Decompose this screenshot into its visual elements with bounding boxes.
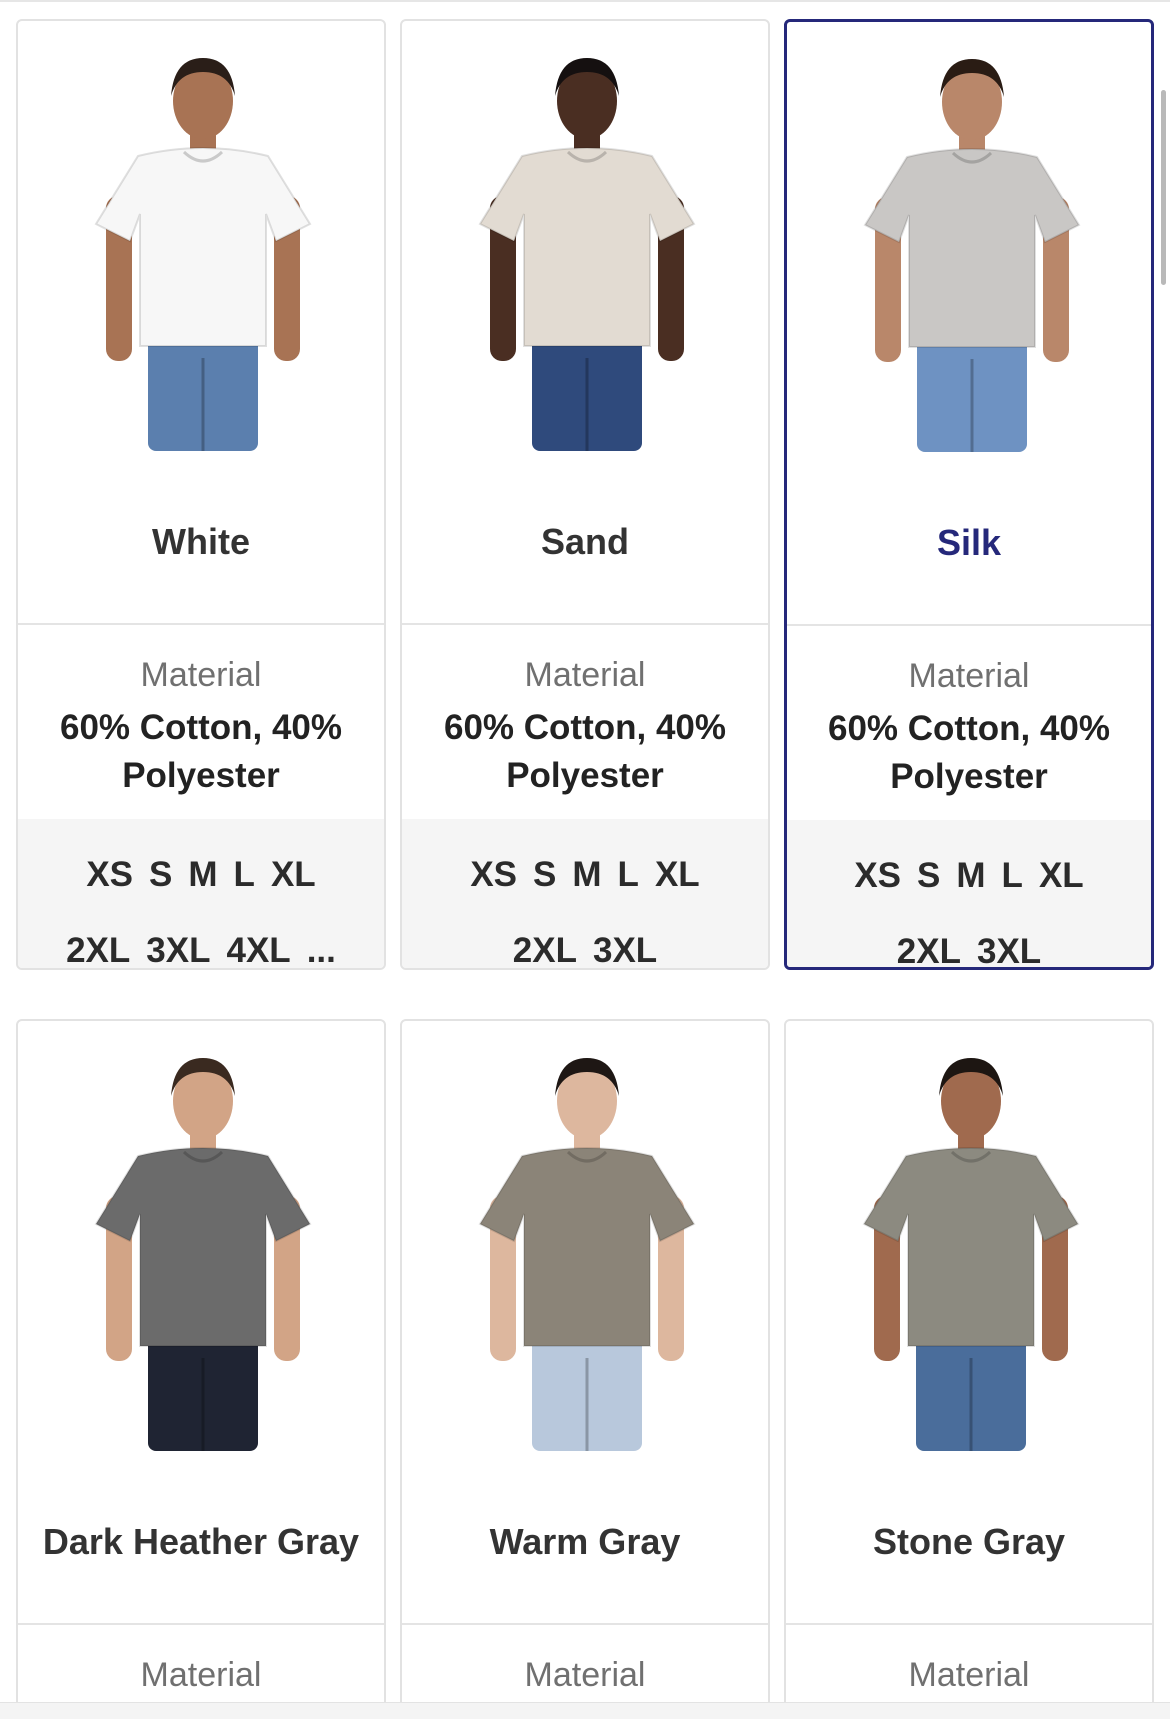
size-option[interactable]: 4XL — [227, 931, 291, 968]
size-list: XS S M L XL 2XL 3XL — [402, 819, 768, 968]
size-option[interactable]: XL — [655, 855, 700, 894]
bottom-edge — [0, 1702, 1170, 1719]
color-name: Sand — [540, 521, 629, 562]
material-label: Material — [908, 1656, 1030, 1694]
product-card-warm-gray[interactable]: Warm Gray Material — [400, 1019, 770, 1702]
size-option[interactable]: S — [917, 856, 940, 895]
model-illustration — [94, 1058, 312, 1451]
size-option[interactable]: XS — [86, 855, 133, 894]
size-option[interactable]: 2XL — [513, 931, 577, 968]
card-divider — [18, 1623, 384, 1625]
size-list: XS S M L XL 2XL 3XL — [787, 820, 1151, 967]
material-label: Material — [524, 1656, 646, 1694]
size-option[interactable]: 3XL — [593, 931, 657, 968]
size-option[interactable]: 2XL — [897, 932, 961, 967]
card-divider — [786, 1623, 1152, 1625]
product-card-sand[interactable]: Sand Material 60% Cotton, 40% Polyester … — [400, 19, 770, 970]
material-value: 60% Cotton, 40% Polyester — [60, 708, 342, 795]
product-card-stone-gray[interactable]: Stone Gray Material — [784, 1019, 1154, 1702]
color-name: Dark Heather Gray — [42, 1521, 360, 1562]
product-color-grid: White Material 60% Cotton, 40% Polyester… — [0, 0, 1170, 1702]
product-photo[interactable] — [18, 21, 384, 451]
size-option[interactable]: S — [533, 855, 556, 894]
scrollbar-thumb[interactable] — [1161, 90, 1166, 285]
size-option[interactable]: 2XL — [66, 931, 130, 968]
color-name: White — [152, 521, 250, 562]
size-option[interactable]: L — [234, 855, 255, 894]
color-name: Stone Gray — [872, 1521, 1066, 1562]
product-photo[interactable] — [402, 21, 768, 451]
product-card-white[interactable]: White Material 60% Cotton, 40% Polyester… — [16, 19, 386, 970]
color-name: Warm Gray — [489, 1521, 681, 1562]
size-row: XS S M L XL — [402, 855, 768, 895]
material-label: Material — [524, 656, 646, 694]
size-option[interactable]: L — [618, 855, 639, 894]
model-illustration — [478, 58, 696, 451]
size-row: XS S M L XL — [18, 855, 384, 895]
more-sizes[interactable]: ... — [307, 931, 336, 968]
size-option[interactable]: 3XL — [977, 932, 1041, 967]
product-card-dark-heather-gray[interactable]: Dark Heather Gray Material — [16, 1019, 386, 1702]
size-option[interactable]: XS — [470, 855, 517, 894]
size-option[interactable]: M — [572, 855, 601, 894]
material-label: Material — [140, 656, 262, 694]
model-illustration — [862, 1058, 1080, 1451]
size-option[interactable]: XL — [271, 855, 316, 894]
product-card-silk[interactable]: Silk Material 60% Cotton, 40% Polyester … — [784, 19, 1154, 970]
product-photo[interactable] — [402, 1021, 768, 1451]
color-name: Silk — [936, 522, 1002, 563]
model-illustration — [478, 1058, 696, 1451]
product-photo[interactable] — [18, 1021, 384, 1451]
material-value: 60% Cotton, 40% Polyester — [444, 708, 726, 795]
size-option[interactable]: M — [188, 855, 217, 894]
card-divider — [402, 1623, 768, 1625]
size-option[interactable]: S — [149, 855, 172, 894]
size-option[interactable]: M — [956, 856, 985, 895]
size-option[interactable]: XL — [1039, 856, 1084, 895]
size-row: 2XL 3XL — [787, 932, 1151, 967]
size-option[interactable]: L — [1002, 856, 1023, 895]
size-row: 2XL 3XL 4XL... — [18, 931, 384, 968]
material-value: 60% Cotton, 40% Polyester — [828, 709, 1110, 796]
size-option[interactable]: 3XL — [146, 931, 210, 968]
model-illustration — [863, 59, 1081, 452]
model-illustration — [94, 58, 312, 451]
product-photo[interactable] — [787, 22, 1151, 452]
material-label: Material — [908, 657, 1030, 695]
size-list: XS S M L XL 2XL 3XL 4XL... — [18, 819, 384, 968]
size-option[interactable]: XS — [854, 856, 901, 895]
card-divider — [787, 624, 1151, 626]
size-row: XS S M L XL — [787, 856, 1151, 896]
card-divider — [402, 623, 768, 625]
material-label: Material — [140, 1656, 262, 1694]
size-row: 2XL 3XL — [402, 931, 768, 968]
card-divider — [18, 623, 384, 625]
product-photo[interactable] — [786, 1021, 1152, 1451]
